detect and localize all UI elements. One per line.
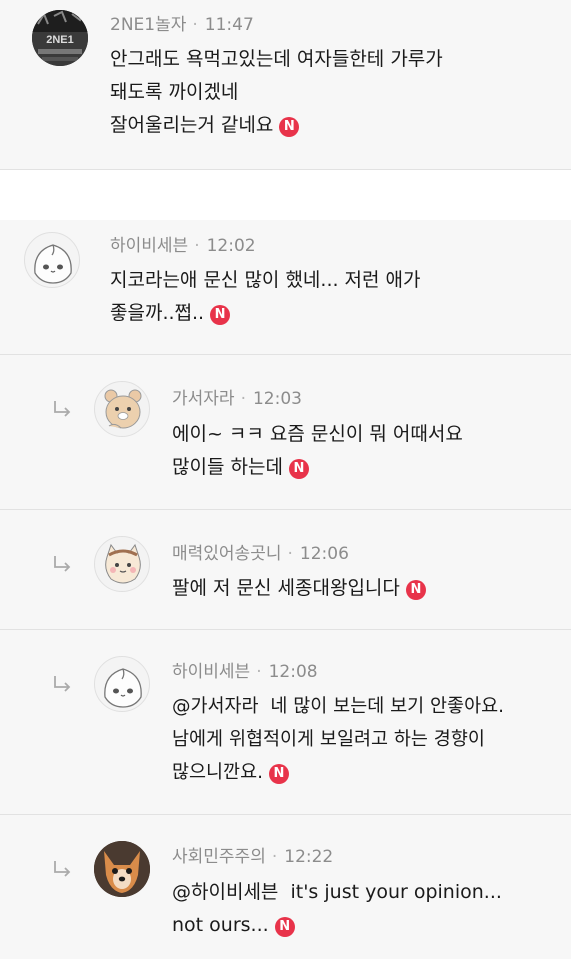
timestamp: 12:03 [252, 389, 302, 409]
comment-body: 안그래도 욕먹고있는데 여자들한테 가루가 돼도록 까이겠네 잘어울리는거 같네… [110, 43, 443, 142]
comment-line: 잘어울리는거 같네요 N [110, 109, 443, 142]
comment-line: 에이~ ㅋㅋ 요즘 문신이 뭐 어때서요 [172, 423, 463, 445]
comment-line: 많이들 하는데 N [172, 451, 463, 484]
comment-meta: 하이비세븐 · 12:02 [110, 236, 256, 256]
cat-character-icon[interactable] [94, 536, 150, 592]
comment-line: 좋을까..쩝.. N [110, 297, 421, 330]
dog-photo-icon[interactable] [94, 841, 150, 897]
comment-line: 팔에 저 문신 세종대왕입니다 N [172, 572, 426, 605]
bear-character-icon[interactable] [94, 381, 150, 437]
comment-line: @하이비세븐 it's just your opinion... [172, 881, 502, 903]
comment-meta: 사회민주주의 · 12:22 [172, 847, 334, 867]
comment-line: 많으니깐요. N [172, 756, 504, 789]
nickname[interactable]: 사회민주주의 [172, 847, 266, 867]
mention-link[interactable]: @하이비세븐 [172, 881, 278, 903]
nickname[interactable]: 하이비세븐 [172, 662, 250, 682]
comment-meta: 하이비세븐 · 12:08 [172, 662, 318, 682]
new-badge: N [288, 459, 309, 479]
comment-body: 팔에 저 문신 세종대왕입니다 N [172, 572, 426, 605]
nickname[interactable]: 가서자라 [172, 389, 235, 409]
reply-arrow-icon [54, 676, 71, 692]
comment-line: 남에게 위협적이게 보일려고 하는 경향이 [172, 729, 485, 750]
comment-line: @가서자라 네 많이 보는데 보기 안좋아요. [172, 696, 504, 717]
new-badge: N [274, 917, 295, 937]
new-badge: N [405, 580, 426, 600]
comment-meta: 가서자라 · 12:03 [172, 389, 302, 409]
comment-meta: 2NE1놀자 · 11:47 [110, 15, 254, 35]
reply-item: 가서자라 · 12:03 에이~ ㅋㅋ 요즘 문신이 뭐 어때서요 많이들 하는데 N [0, 355, 571, 510]
comment-body: 에이~ ㅋㅋ 요즘 문신이 뭐 어때서요 많이들 하는데 N [172, 418, 463, 484]
comment-body: @가서자라 네 많이 보는데 보기 안좋아요. 남에게 위협적이게 보일려고 하… [172, 690, 504, 789]
reply-item: 사회민주주의 · 12:22 @하이비세븐 it's just your opini… [0, 815, 571, 959]
comment-body: @하이비세븐 it's just your opinion... not our… [172, 876, 502, 942]
reply-arrow-icon [54, 401, 71, 417]
new-badge: N [268, 764, 289, 784]
timestamp: 12:02 [206, 236, 256, 256]
section-gap [0, 170, 571, 220]
apeach-character-icon[interactable] [94, 656, 150, 712]
comment-meta: 매력있어송곳니 · 12:06 [172, 544, 349, 564]
comment-item: 하이비세븐 · 12:02 지코라는애 문신 많이 했네... 저런 애가 좋을까.… [0, 220, 571, 355]
nickname[interactable]: 매력있어송곳니 [172, 544, 281, 564]
new-badge: N [210, 305, 231, 325]
comment-list: 2NE1 2NE1놀자 · 11:47 안그래도 욕먹고있는데 여자들한테 가루가 … [0, 0, 571, 959]
nickname[interactable]: 2NE1놀자 [110, 15, 186, 35]
group-photo-icon[interactable]: 2NE1 [32, 10, 88, 66]
reply-item: 매력있어송곳니 · 12:06 팔에 저 문신 세종대왕입니다 N [0, 510, 571, 630]
new-badge: N [279, 117, 300, 137]
reply-arrow-icon [54, 861, 71, 877]
timestamp: 12:08 [268, 662, 318, 682]
reply-item: 하이비세븐 · 12:08 @가서자라 네 많이 보는데 보기 안좋아요. 남에게 … [0, 630, 571, 815]
comment-item: 2NE1 2NE1놀자 · 11:47 안그래도 욕먹고있는데 여자들한테 가루가 … [0, 0, 571, 170]
comment-line: 안그래도 욕먹고있는데 여자들한테 가루가 [110, 48, 443, 70]
reply-arrow-icon [54, 556, 71, 572]
comment-line: 지코라는애 문신 많이 했네... 저런 애가 [110, 269, 421, 291]
apeach-character-icon[interactable] [24, 232, 80, 288]
timestamp: 11:47 [204, 15, 254, 35]
comment-line: 돼도록 까이겠네 [110, 81, 239, 103]
comment-body: 지코라는애 문신 많이 했네... 저런 애가 좋을까..쩝.. N [110, 264, 421, 330]
timestamp: 12:06 [299, 544, 349, 564]
comment-line: not ours... N [172, 909, 502, 942]
mention-link[interactable]: @가서자라 [172, 696, 259, 717]
avatar-logo-text: 2NE1 [46, 34, 74, 46]
timestamp: 12:22 [284, 847, 334, 867]
nickname[interactable]: 하이비세븐 [110, 236, 188, 256]
